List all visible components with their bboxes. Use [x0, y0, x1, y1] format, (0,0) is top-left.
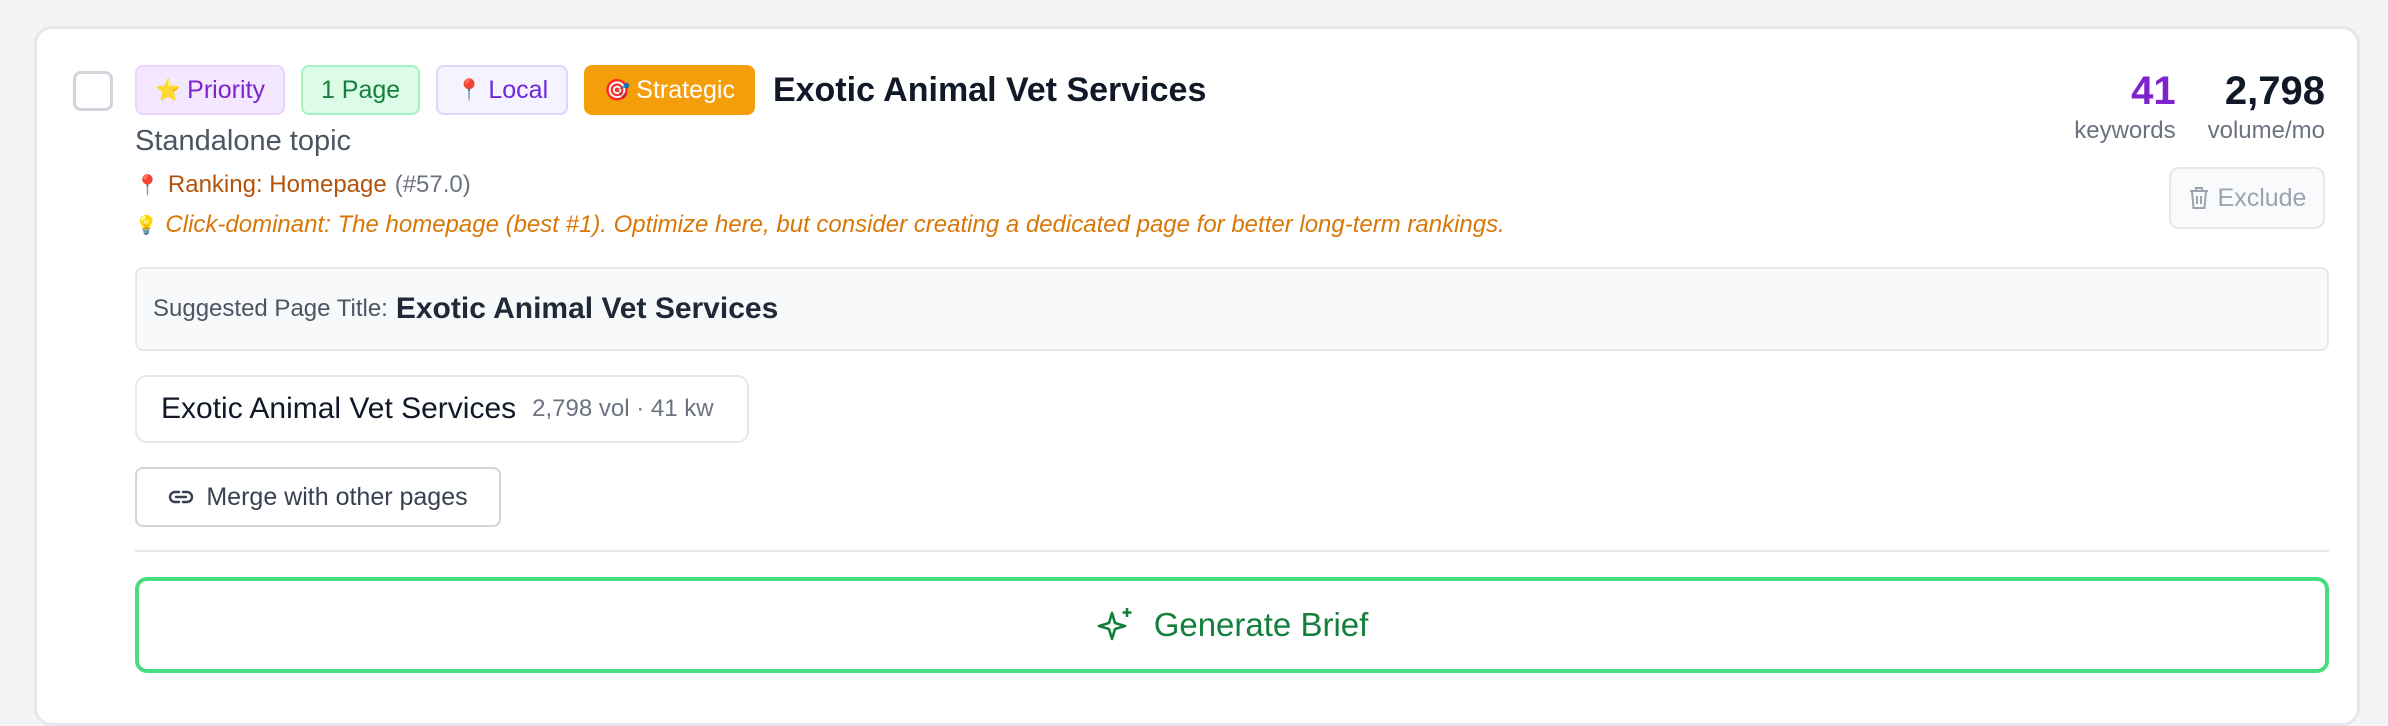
topic-stats: 41 keywords 2,798 volume/mo [2074, 69, 2325, 145]
merge-button[interactable]: Merge with other pages [135, 467, 501, 527]
volume-stat: 2,798 volume/mo [2208, 69, 2325, 145]
volume-count: 2,798 [2224, 69, 2325, 113]
page-chip[interactable]: Exotic Animal Vet Services 2,798 vol · 4… [135, 375, 749, 443]
ranking-pin-icon: 📍 [135, 174, 160, 197]
strategic-tag-label: Strategic [636, 75, 735, 104]
tag-row: ⭐ Priority 1 Page 📍 Local 🎯 Strategic Ex… [135, 65, 1206, 115]
local-tag-label: Local [488, 75, 549, 104]
generate-brief-button[interactable]: Generate Brief [135, 577, 2329, 673]
page-count-tag-label: 1 Page [320, 75, 401, 104]
page-chip-name: Exotic Animal Vet Services [161, 392, 517, 425]
generate-brief-label: Generate Brief [1153, 606, 1369, 643]
trash-icon [2189, 187, 2208, 209]
link-icon [169, 490, 194, 504]
sparkles-icon [1097, 608, 1132, 641]
select-checkbox[interactable] [73, 71, 113, 111]
pin-icon: 📍 [456, 78, 483, 102]
keywords-stat: 41 keywords [2074, 69, 2175, 145]
divider [135, 550, 2329, 552]
exclude-label: Exclude [2217, 183, 2307, 212]
star-icon: ⭐ [155, 78, 182, 102]
strategic-tag: 🎯 Strategic [584, 65, 755, 115]
keywords-label: keywords [2074, 117, 2176, 144]
ranking-info: 📍 Ranking: Homepage (#57.0) [135, 171, 471, 199]
merge-label: Merge with other pages [206, 482, 468, 511]
tip-text: Click-dominant: The homepage (best #1). … [165, 211, 1505, 238]
topic-title: Exotic Animal Vet Services [772, 70, 1207, 109]
local-tag: 📍 Local [436, 65, 569, 115]
priority-tag-label: Priority [187, 75, 265, 104]
keywords-count: 41 [2131, 69, 2176, 113]
suggested-title-box: Suggested Page Title: Exotic Animal Vet … [135, 267, 2329, 351]
suggested-title-value: Exotic Animal Vet Services [395, 292, 779, 325]
topic-subtitle: Standalone topic [135, 125, 352, 157]
topic-card: ⭐ Priority 1 Page 📍 Local 🎯 Strategic Ex… [34, 26, 2360, 726]
volume-label: volume/mo [2207, 117, 2325, 144]
target-icon: 🎯 [604, 78, 631, 102]
page-count-tag: 1 Page [300, 65, 421, 115]
priority-tag: ⭐ Priority [135, 65, 285, 115]
ranking-position: (#57.0) [394, 171, 471, 198]
recommendation-tip: 💡 Click-dominant: The homepage (best #1)… [135, 211, 1505, 239]
ranking-label: Ranking: Homepage [167, 171, 387, 198]
lightbulb-icon: 💡 [135, 214, 158, 235]
suggested-title-label: Suggested Page Title: [153, 295, 388, 322]
exclude-button[interactable]: Exclude [2169, 167, 2325, 229]
page-chip-meta: 2,798 vol · 41 kw [532, 395, 714, 422]
